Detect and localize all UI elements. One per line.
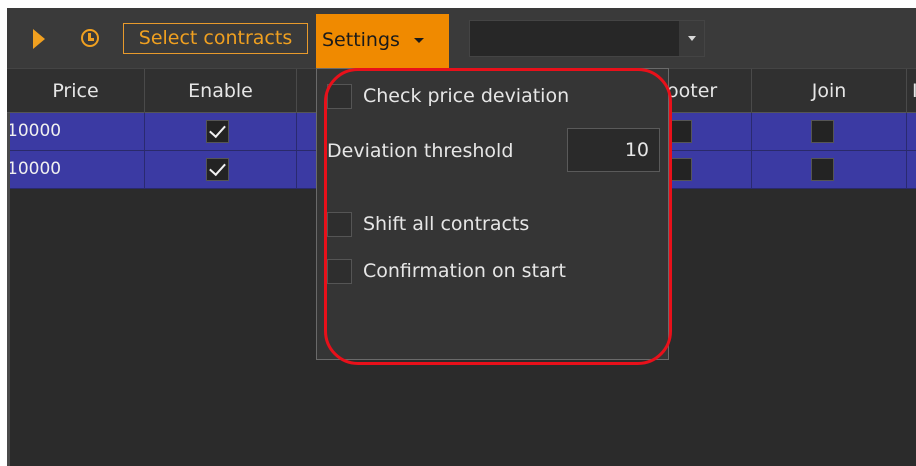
play-icon[interactable] [33, 29, 45, 49]
footer-checkbox[interactable] [669, 120, 692, 143]
join-checkbox[interactable] [811, 158, 834, 181]
column-header-join[interactable]: Join [752, 69, 907, 113]
contract-combo[interactable] [469, 20, 705, 57]
price-cell: 10000 [7, 113, 145, 150]
confirmation-on-start-checkbox[interactable] [327, 259, 352, 284]
settings-dropdown-panel: Check price deviation Deviation threshol… [316, 68, 669, 360]
enable-checkbox[interactable] [206, 120, 229, 143]
enable-cell [145, 113, 297, 150]
column-header-enable[interactable]: Enable [145, 69, 297, 113]
clock-icon[interactable] [81, 29, 99, 47]
deviation-threshold-label: Deviation threshold [327, 140, 514, 162]
confirmation-on-start-label: Confirmation on start [363, 260, 566, 282]
enable-checkbox[interactable] [206, 158, 229, 181]
check-price-deviation-label: Check price deviation [363, 85, 570, 107]
combo-dropdown-arrow[interactable] [679, 21, 704, 56]
column-header-price[interactable]: Price [7, 69, 145, 113]
join-cell [752, 113, 907, 150]
toolbar: Select contracts Settings [7, 8, 916, 68]
column-header-next[interactable]: I [907, 69, 916, 113]
shift-all-contracts-label: Shift all contracts [363, 213, 530, 235]
deviation-threshold-input[interactable] [567, 128, 660, 172]
shift-all-contracts-checkbox[interactable] [327, 212, 352, 237]
join-cell [752, 151, 907, 188]
settings-button-label: Settings [322, 29, 400, 51]
price-cell: 10000 [7, 151, 145, 188]
enable-cell [145, 151, 297, 188]
footer-checkbox[interactable] [669, 158, 692, 181]
settings-button[interactable]: Settings [316, 14, 449, 68]
check-price-deviation-checkbox[interactable] [327, 84, 352, 109]
grid-left-edge [7, 113, 10, 466]
app-window: Select contracts Settings Price Enable o… [7, 8, 916, 466]
select-contracts-button[interactable]: Select contracts [123, 23, 308, 54]
join-checkbox[interactable] [811, 120, 834, 143]
chevron-down-icon [413, 38, 424, 43]
